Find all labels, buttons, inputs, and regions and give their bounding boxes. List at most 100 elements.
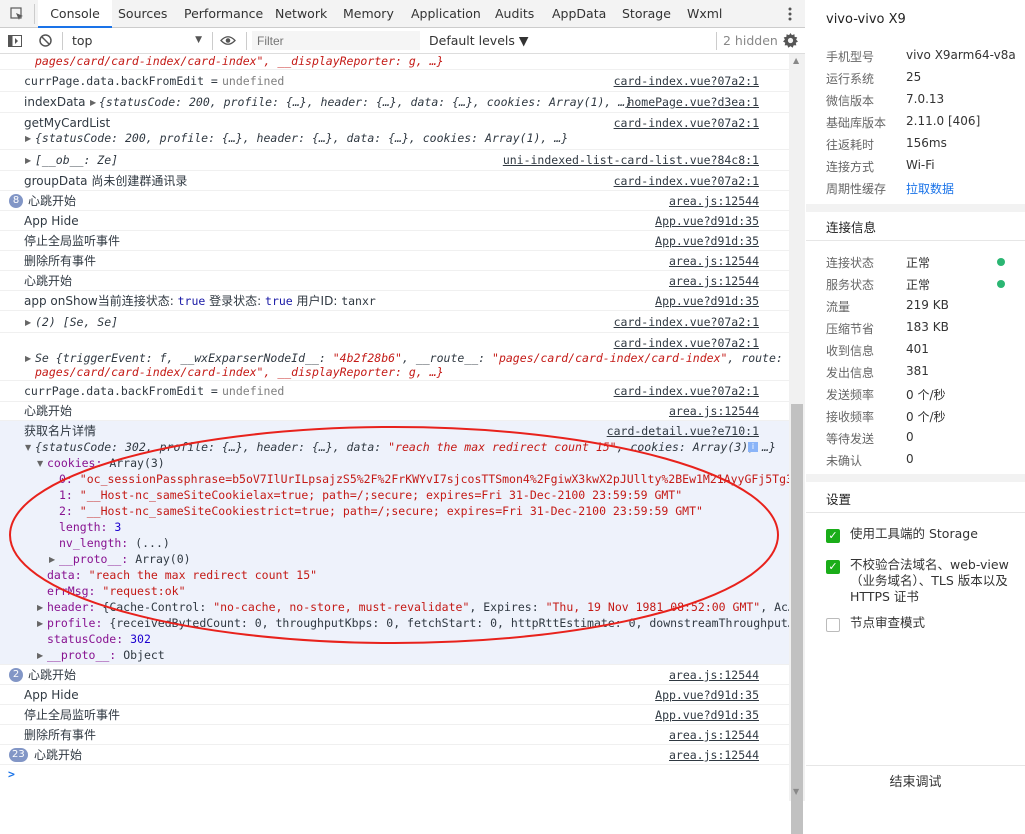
conn-value: 0 [906, 430, 914, 444]
expand-arrow-icon[interactable]: ▶ [49, 552, 55, 567]
log-text: app onShow当前连接状态: true 登录状态: true 用户ID: … [24, 294, 376, 308]
source-link[interactable]: card-index.vue?07a2:1 [614, 116, 759, 131]
profile-property[interactable]: profile: {receivedBytedCount: 0, through… [47, 616, 789, 631]
source-link[interactable]: App.vue?d91d:35 [655, 688, 759, 703]
log-object[interactable]: {statusCode: 200, profile: {…}, header: … [99, 95, 632, 110]
length-property: length: 3 [59, 520, 122, 534]
source-link[interactable]: area.js:12544 [669, 668, 759, 683]
log-row: pages/card/card-index/card-index", __dis… [0, 54, 789, 70]
expand-arrow-icon[interactable]: ▶ [25, 351, 31, 366]
expand-arrow-icon[interactable]: ▶ [90, 95, 96, 110]
info-label: 运行系统 [826, 72, 875, 86]
expand-arrow-icon[interactable]: ▶ [25, 131, 31, 146]
source-link[interactable]: area.js:12544 [669, 274, 759, 289]
scroll-up-icon[interactable]: ▲ [793, 56, 799, 65]
source-link[interactable]: App.vue?d91d:35 [655, 214, 759, 229]
expand-arrow-icon[interactable]: ▶ [37, 616, 43, 631]
tab-audits[interactable]: Audits [495, 0, 534, 28]
tab-console[interactable]: Console [38, 0, 112, 28]
proto-property[interactable]: __proto__: Array(0) [59, 552, 191, 567]
fetch-data-link[interactable]: 拉取数据 [906, 180, 954, 197]
remote-debug-sidebar: vivo-vivo X9 手机型号 vivo X9arm64-v8a 运行系统 … [806, 0, 1025, 801]
log-row: card-index.vue?07a2:1 ▶ Se {triggerEvent… [0, 333, 789, 381]
source-link[interactable]: homePage.vue?d3ea:1 [627, 95, 759, 110]
collapse-arrow-icon[interactable]: ▼ [37, 456, 43, 471]
source-link[interactable]: card-index.vue?07a2:1 [614, 174, 759, 189]
eye-icon[interactable] [214, 28, 242, 53]
source-link[interactable]: area.js:12544 [669, 404, 759, 419]
hidden-count: 2 hidden [723, 33, 778, 48]
log-row: 8 心跳开始 area.js:12544 [0, 191, 789, 211]
expand-arrow-icon[interactable]: ▶ [25, 153, 31, 168]
cookies-property[interactable]: cookies: Array(3) [47, 456, 165, 471]
expand-arrow-icon[interactable]: ▶ [37, 648, 43, 663]
conn-label: 未确认 [826, 454, 863, 468]
info-value: 25 [906, 70, 922, 84]
scroll-down-icon[interactable]: ▼ [793, 787, 799, 796]
source-link[interactable]: uni-indexed-list-card-list.vue?84c8:1 [503, 153, 759, 168]
collapse-arrow-icon[interactable]: ▼ [25, 440, 31, 455]
tab-memory[interactable]: Memory [343, 0, 394, 28]
end-debug-button[interactable]: 结束调试 [806, 766, 1025, 801]
expand-arrow-icon[interactable]: ▶ [25, 315, 31, 330]
tab-performance[interactable]: Performance [184, 0, 263, 28]
skip-domain-check-checkbox[interactable]: ✓ [826, 560, 840, 574]
source-link[interactable]: card-index.vue?07a2:1 [614, 336, 759, 351]
source-link[interactable]: area.js:12544 [669, 254, 759, 269]
sidebar-toggle-icon[interactable] [1, 28, 29, 53]
source-link[interactable]: App.vue?d91d:35 [655, 294, 759, 309]
log-row: 23 心跳开始 area.js:12544 [0, 745, 789, 765]
section-divider [806, 204, 1025, 212]
source-link[interactable]: area.js:12544 [669, 728, 759, 743]
tab-wxml[interactable]: Wxml [687, 0, 722, 28]
context-select[interactable]: top ▼ [66, 28, 208, 53]
log-row: 心跳开始 area.js:12544 [0, 271, 789, 291]
source-link[interactable]: card-index.vue?07a2:1 [614, 74, 759, 89]
log-object[interactable]: {statusCode: 200, profile: {…}, header: … [35, 131, 568, 146]
log-row: app onShow当前连接状态: true 登录状态: true 用户ID: … [0, 291, 789, 311]
nv-length-property[interactable]: nv_length: (...) [59, 536, 170, 551]
conn-label: 连接状态 [826, 256, 875, 270]
clear-icon[interactable] [31, 28, 59, 53]
tab-network[interactable]: Network [275, 0, 327, 28]
log-text: 心跳开始 [24, 404, 73, 418]
log-object[interactable]: Se {triggerEvent: f, __wxExparserNodeId_… [35, 351, 789, 366]
expand-arrow-icon[interactable]: ▶ [37, 600, 43, 615]
source-link[interactable]: area.js:12544 [669, 194, 759, 209]
header-property[interactable]: header: {Cache-Control: "no-cache, no-st… [47, 600, 789, 615]
filter-input[interactable] [252, 31, 420, 50]
log-text: App Hide [24, 214, 79, 228]
log-row-expanded: 获取名片详情 card-detail.vue?e710:1 ▼ {statusC… [0, 421, 789, 665]
source-link[interactable]: card-index.vue?07a2:1 [614, 315, 759, 330]
log-row: currPage.data.backFromEdit = undefined c… [0, 70, 789, 92]
source-link[interactable]: card-index.vue?07a2:1 [614, 384, 759, 399]
tab-storage[interactable]: Storage [622, 0, 671, 28]
response-summary[interactable]: {statusCode: 302, profile: {…}, header: … [35, 440, 776, 455]
connection-section-title: 连接信息 [826, 220, 877, 235]
source-link[interactable]: area.js:12544 [669, 748, 759, 763]
levels-dropdown[interactable]: Default levels ▼ [429, 28, 528, 53]
repeat-count-badge: 2 [9, 668, 23, 682]
console-prompt[interactable]: > [0, 765, 789, 801]
dropdown-arrow-icon: ▼ [195, 35, 202, 45]
scrollbar-thumb[interactable] [791, 404, 803, 834]
log-object[interactable]: (2) [Se, Se] [35, 315, 118, 330]
log-label: currPage.data.backFromEdit = [24, 384, 218, 398]
log-object[interactable]: [__ob__: Ze] [35, 153, 118, 168]
tab-sources[interactable]: Sources [118, 0, 167, 28]
more-vertical-icon[interactable] [776, 0, 804, 28]
gear-icon[interactable] [776, 28, 804, 53]
inspect-icon[interactable] [3, 0, 31, 28]
source-link[interactable]: card-detail.vue?e710:1 [607, 424, 759, 439]
storage-checkbox[interactable]: ✓ [826, 529, 840, 543]
proto-property[interactable]: __proto__: Object [47, 648, 165, 663]
source-link[interactable]: App.vue?d91d:35 [655, 234, 759, 249]
tab-appdata[interactable]: AppData [552, 0, 606, 28]
node-inspect-checkbox[interactable] [826, 618, 840, 632]
tab-application[interactable]: Application [411, 0, 481, 28]
log-scrollbar[interactable]: ▲ ▼ [789, 54, 805, 834]
repeat-count-badge: 8 [9, 194, 23, 208]
conn-value: 0 个/秒 [906, 410, 946, 424]
source-link[interactable]: App.vue?d91d:35 [655, 708, 759, 723]
console-log: pages/card/card-index/card-index", __dis… [0, 54, 789, 801]
